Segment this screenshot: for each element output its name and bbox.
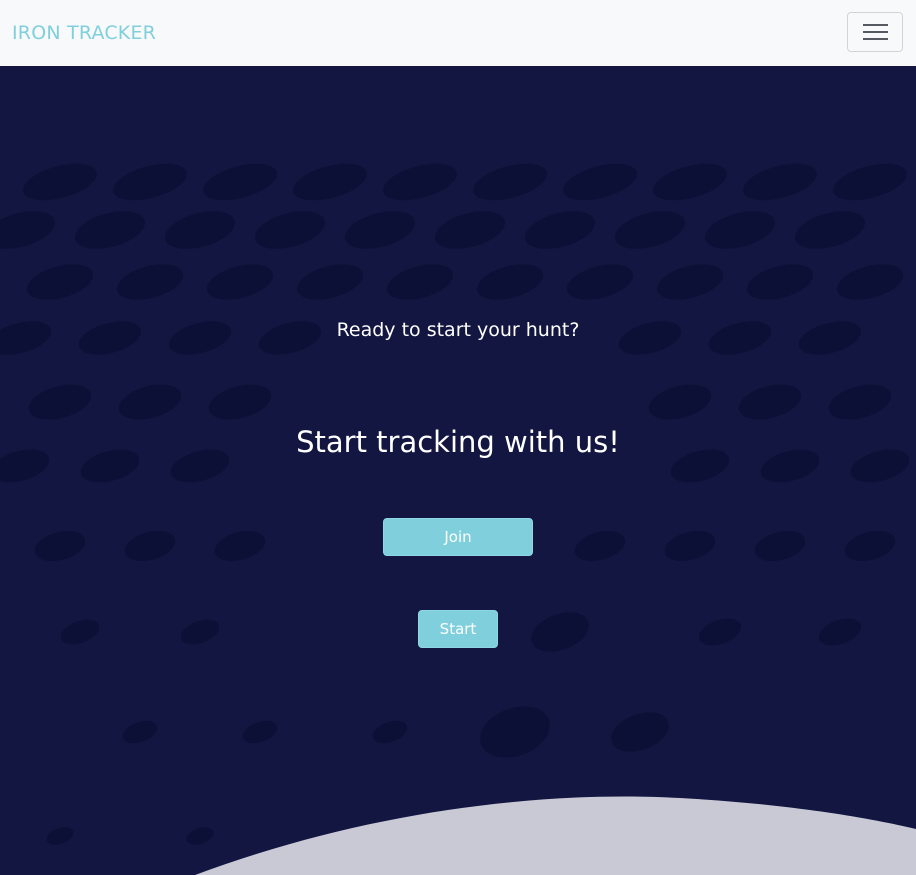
hero-section: Ready to start your hunt? Start tracking…: [0, 66, 916, 875]
bottom-curve-decoration: [195, 796, 916, 875]
navbar-toggler-button[interactable]: [847, 12, 903, 52]
brand-link[interactable]: IRON TRACKER: [12, 20, 156, 46]
navbar: IRON TRACKER: [0, 0, 916, 66]
